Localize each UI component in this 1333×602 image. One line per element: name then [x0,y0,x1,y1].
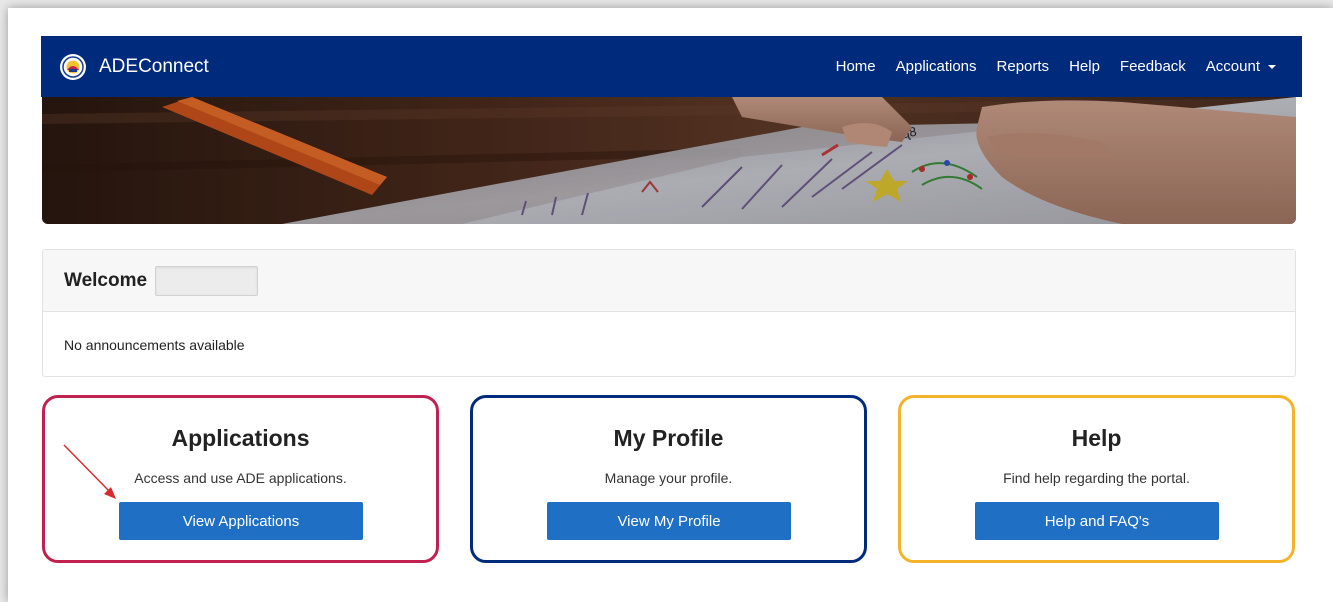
nav-applications-link[interactable]: Applications [896,58,977,75]
welcome-panel: Welcome No announcements available [42,249,1296,377]
nav-reports-link[interactable]: Reports [997,58,1050,75]
view-applications-button[interactable]: View Applications [119,502,363,540]
brand-name: ADEConnect [99,55,209,77]
announcements-text: No announcements available [64,336,245,353]
applications-card-title: Applications [171,425,310,451]
help-card-title: Help [1071,425,1122,451]
nav-home-link[interactable]: Home [836,58,876,75]
nav-account-dropdown[interactable]: Account [1206,58,1276,75]
my-profile-card: My Profile Manage your profile. View My … [470,395,867,563]
top-navbar: ADEConnect Home Applications Reports Hel… [41,36,1302,97]
welcome-title: Welcome [64,269,148,291]
nav-help-link[interactable]: Help [1069,58,1100,75]
applications-card: Applications Access and use ADE applicat… [42,395,439,563]
brand-link[interactable]: ADEConnect [60,53,209,80]
nav-feedback-link[interactable]: Feedback [1120,58,1186,75]
my-profile-card-description: Manage your profile. [604,470,733,486]
welcome-header: Welcome [43,250,1295,312]
help-card-description: Find help regarding the portal. [1003,470,1190,486]
nav-links: Home Applications Reports Help Feedback … [816,58,1276,75]
view-my-profile-button[interactable]: View My Profile [547,502,791,540]
announcements-body: No announcements available [43,312,1295,377]
applications-card-description: Access and use ADE applications. [134,470,347,486]
redacted-user-name [155,265,259,296]
help-and-faqs-button[interactable]: Help and FAQ's [975,502,1219,540]
help-card: Help Find help regarding the portal. Hel… [898,395,1295,563]
ade-logo-icon [60,53,86,80]
hero-banner-image: PRO ɋ8 [42,97,1296,224]
caret-down-icon [1268,64,1276,69]
my-profile-card-title: My Profile [613,425,724,451]
account-label: Account [1205,58,1260,75]
